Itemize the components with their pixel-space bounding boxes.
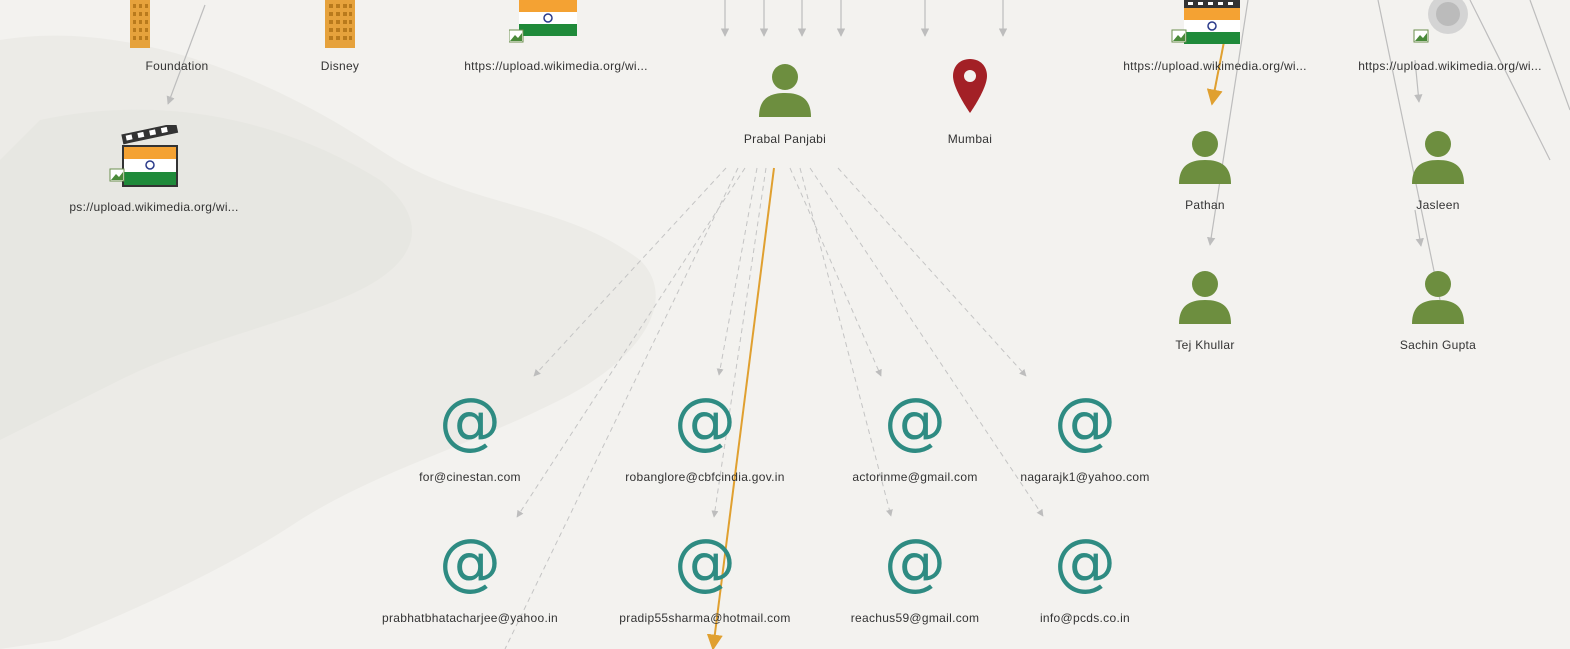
node-label: pradip55sharma@hotmail.com — [619, 611, 791, 625]
at-icon: @ — [1054, 525, 1116, 598]
node-label: nagarajk1@yahoo.com — [1020, 470, 1150, 484]
person-icon — [759, 64, 811, 117]
node-label: Pathan — [1185, 198, 1225, 212]
node-jasleen[interactable]: Jasleen — [1383, 122, 1493, 212]
at-icon: @ — [439, 525, 501, 598]
person-icon — [1179, 271, 1231, 324]
node-label: Sachin Gupta — [1399, 338, 1477, 352]
node-label: actorinme@gmail.com — [852, 470, 978, 484]
node-mumbai[interactable]: Mumbai — [920, 55, 1020, 155]
person-icon — [1412, 131, 1464, 184]
node-email-for-cinestan[interactable]: @ for@cinestan.com — [400, 390, 540, 490]
node-label: robanglore@cbfcindia.gov.in — [625, 470, 785, 484]
film-flag-icon — [1171, 0, 1240, 44]
node-email-actorinme[interactable]: @ actorinme@gmail.com — [840, 390, 990, 490]
node-label: for@cinestan.com — [419, 470, 521, 484]
node-label: Prabal Panjabi — [743, 132, 827, 146]
at-icon: @ — [884, 384, 946, 457]
node-label: https://upload.wikimedia.org/wi... — [1358, 59, 1542, 73]
node-wiki-top-left[interactable]: https://upload.wikimedia.org/wi... — [450, 0, 650, 80]
node-email-prabhatbhatacharjee[interactable]: @ prabhatbhatacharjee@yahoo.in — [380, 531, 560, 631]
node-label: Disney — [320, 59, 360, 73]
at-icon: @ — [439, 384, 501, 457]
india-flag-icon — [509, 0, 577, 43]
node-label: https://upload.wikimedia.org/wi... — [464, 59, 648, 73]
person-icon — [1179, 131, 1231, 184]
film-flag-icon — [109, 125, 179, 187]
node-wiki-left[interactable]: ps://upload.wikimedia.org/wi... — [40, 125, 260, 215]
node-email-reachus59[interactable]: @ reachus59@gmail.com — [840, 531, 990, 631]
building-icon — [325, 0, 355, 48]
at-icon: @ — [1054, 384, 1116, 457]
at-icon: @ — [674, 384, 736, 457]
at-icon: @ — [674, 525, 736, 598]
node-label: Jasleen — [1416, 198, 1460, 212]
node-label: Mumbai — [947, 132, 993, 146]
node-label: reachus59@gmail.com — [850, 611, 980, 625]
node-prabal-panjabi[interactable]: Prabal Panjabi — [730, 55, 840, 155]
node-label: prabhatbhatacharjee@yahoo.in — [381, 611, 559, 625]
person-icon — [1412, 271, 1464, 324]
node-label: info@pcds.co.in — [1039, 611, 1131, 625]
node-pathan[interactable]: Pathan — [1150, 122, 1260, 212]
node-wiki-top-right-1[interactable]: https://upload.wikimedia.org/wi... — [1110, 0, 1310, 80]
node-label: Foundation — [145, 59, 209, 73]
building-icon — [130, 0, 150, 48]
node-email-info-pcds[interactable]: @ info@pcds.co.in — [1010, 531, 1160, 631]
node-email-pradip55sharma[interactable]: @ pradip55sharma@hotmail.com — [615, 531, 795, 631]
node-label: ps://upload.wikimedia.org/wi... — [69, 200, 239, 214]
node-disney[interactable]: Disney — [295, 0, 385, 80]
image-icon — [1413, 0, 1468, 43]
node-wiki-top-right-2[interactable]: https://upload.wikimedia.org/wi... — [1340, 0, 1542, 80]
location-pin-icon — [953, 59, 987, 113]
node-foundation[interactable]: Foundation — [90, 0, 240, 80]
node-label: Tej Khullar — [1175, 338, 1235, 352]
node-email-nagarajk1[interactable]: @ nagarajk1@yahoo.com — [1010, 390, 1160, 490]
node-tej-khullar[interactable]: Tej Khullar — [1150, 262, 1260, 352]
node-email-robanglore[interactable]: @ robanglore@cbfcindia.gov.in — [615, 390, 795, 490]
node-label: https://upload.wikimedia.org/wi... — [1123, 59, 1307, 73]
node-sachin-gupta[interactable]: Sachin Gupta — [1383, 262, 1493, 352]
at-icon: @ — [884, 525, 946, 598]
